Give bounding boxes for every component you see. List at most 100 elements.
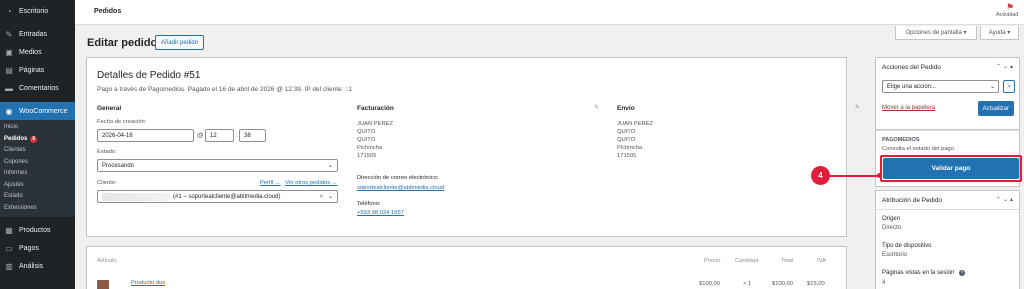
menu-comments[interactable]: ▬ Comentarios [0,79,75,97]
column-header-tax: IVA [817,258,826,264]
pages-value: 4 [882,280,886,286]
general-heading: General [97,105,122,112]
phone-label: Teléfono: [357,201,381,207]
blurred-customer-name [102,192,170,201]
chevron-down-icon: ⌄ [327,194,333,200]
payment-icon: ▭ [5,243,13,253]
help-icon[interactable]: ? [959,270,966,276]
customer-label: Cliente: [97,180,117,186]
submenu-pedidos[interactable]: Pedidos 6 [0,134,75,146]
edit-billing-pencil-icon[interactable]: ✎ [594,104,599,111]
column-header-price: Precio [704,258,721,264]
divider [876,130,1019,131]
submenu-label: Pedidos [4,135,28,142]
menu-media[interactable]: ▣ Medios [0,43,75,61]
submenu-ajustes[interactable]: Ajustes [0,180,75,192]
divider [876,209,1019,210]
customer-select[interactable]: (#1 – soportealcliente@abitmedia.cloud) … [97,190,338,203]
order-items-panel: Artículo Precio Cantidad Total IVA Produ… [86,246,847,289]
menu-label: Pagos [19,244,39,252]
shipping-line: QUITO [617,129,636,135]
shipping-line: QUITO [617,137,636,143]
media-icon: ▣ [5,47,13,57]
activity-button[interactable]: ⚑ Actividad [996,2,1024,18]
status-value: Procesando [102,162,135,169]
page-icon: ▤ [5,65,13,75]
menu-posts[interactable]: ✎ Entradas [0,25,75,43]
column-header-total: Total [781,258,794,264]
help-button[interactable]: Ayuda ▾ [980,26,1019,40]
admin-sidebar: ◔ Escritorio ✎ Entradas ▣ Medios ▤ Págin… [0,0,75,289]
origin-label: Origen [882,216,901,222]
menu-label: Entradas [19,30,48,38]
menu-label: Productos [19,226,51,234]
menu-payments[interactable]: ▭ Pagos [0,239,75,257]
product-icon: ▦ [5,225,13,235]
screen-options-button[interactable]: Opciones de pantalla ▾ [895,26,977,40]
menu-analytics[interactable]: ▥ Análisis [0,257,75,275]
menu-label: Páginas [19,66,45,74]
page-name: Pedidos [94,8,122,15]
analytics-icon: ▥ [5,261,13,271]
column-header-article: Artículo [97,258,117,264]
callout-line [827,175,880,177]
menu-label: Escritorio [19,7,49,15]
pages-label-text: Páginas vistas en la sesión [882,270,955,276]
order-attribution-panel: Atribución de Pedido ⌃⌄▴ Origen Directo … [875,190,1020,289]
apply-action-button[interactable]: > [1003,80,1015,93]
menu-label: WooCommerce [19,107,68,115]
billing-email-link[interactable]: soportealcliente@abitmedia.cloud [357,184,444,192]
panel-controls[interactable]: ⌃⌄▴ [996,196,1015,203]
product-total: $100,00 [772,281,793,287]
attribution-title: Atribución de Pedido [882,197,942,204]
menu-label: Medios [19,48,42,56]
chevron-down-icon: ⌄ [327,163,333,169]
pagomedios-title: PAGOMEDIOS [882,137,920,143]
submenu-clientes[interactable]: Clientes [0,145,75,157]
panel-controls[interactable]: ⌃⌄▴ [996,63,1015,70]
hour-input[interactable]: 12 [205,129,234,142]
colon-separator: : [236,132,238,139]
order-action-select[interactable]: Elige una acción... ⌄ [882,80,999,93]
customer-value: (#1 – soportealcliente@abitmedia.cloud) [173,193,281,200]
billing-phone-link[interactable]: +593 98 024 1557 [357,209,404,217]
add-order-button[interactable]: Añadir pedido [155,35,205,50]
pagomedios-description: Consulta el estado del pago. [882,146,956,152]
submenu-inicio[interactable]: Inicio [0,122,75,134]
submenu-estado[interactable]: Estado [0,191,75,203]
submenu-extensiones[interactable]: Extensiones [0,203,75,215]
billing-heading: Facturación [357,105,394,112]
product-name-link[interactable]: Producto dos [131,280,165,286]
customer-profile-link[interactable]: Perfil → [260,180,281,186]
order-actions-panel: Acciones del Pedido ⌃⌄▴ Elige una acción… [875,57,1020,130]
menu-woocommerce[interactable]: ◉ WooCommerce [0,102,75,120]
move-to-trash-link[interactable]: Mover a la papelera [882,105,935,111]
date-created-input[interactable]: 2026-04-16 [97,129,194,142]
step-callout-badge: 4 [811,166,830,185]
billing-line: 171505 [357,153,377,159]
menu-dashboard[interactable]: ◔ Escritorio [0,2,75,20]
product-thumbnail[interactable] [97,280,109,289]
billing-line: Pichincha [357,145,383,151]
menu-pages[interactable]: ▤ Páginas [0,61,75,79]
orders-count-badge: 6 [30,135,38,143]
product-price: $100,00 [699,281,720,287]
comment-icon: ▬ [5,83,13,93]
menu-label: Comentarios [19,84,59,92]
minute-input[interactable]: 38 [239,129,266,142]
top-bar: Pedidos ⚑ Actividad [75,0,1024,25]
menu-products[interactable]: ▦ Productos [0,221,75,239]
validate-payment-button[interactable]: Validar pago [883,158,1019,179]
submenu-cupones[interactable]: Cupones [0,157,75,169]
activity-label: Actividad [996,12,1019,18]
other-orders-link[interactable]: Ver otros pedidos → [285,180,338,186]
clear-icon[interactable]: ✕ [319,193,324,200]
device-value: Escritorio [882,252,908,258]
email-label: Dirección de correo electrónico: [357,175,439,181]
product-quantity: × 1 [743,281,752,287]
status-select[interactable]: Procesando ⌄ [97,159,338,172]
edit-shipping-pencil-icon[interactable]: ✎ [855,104,860,111]
order-payment-info: Pago a través de Pagomedios. Pagado el 1… [97,86,353,93]
update-order-button[interactable]: Actualizar [977,101,1014,116]
submenu-informes[interactable]: Informes [0,168,75,180]
